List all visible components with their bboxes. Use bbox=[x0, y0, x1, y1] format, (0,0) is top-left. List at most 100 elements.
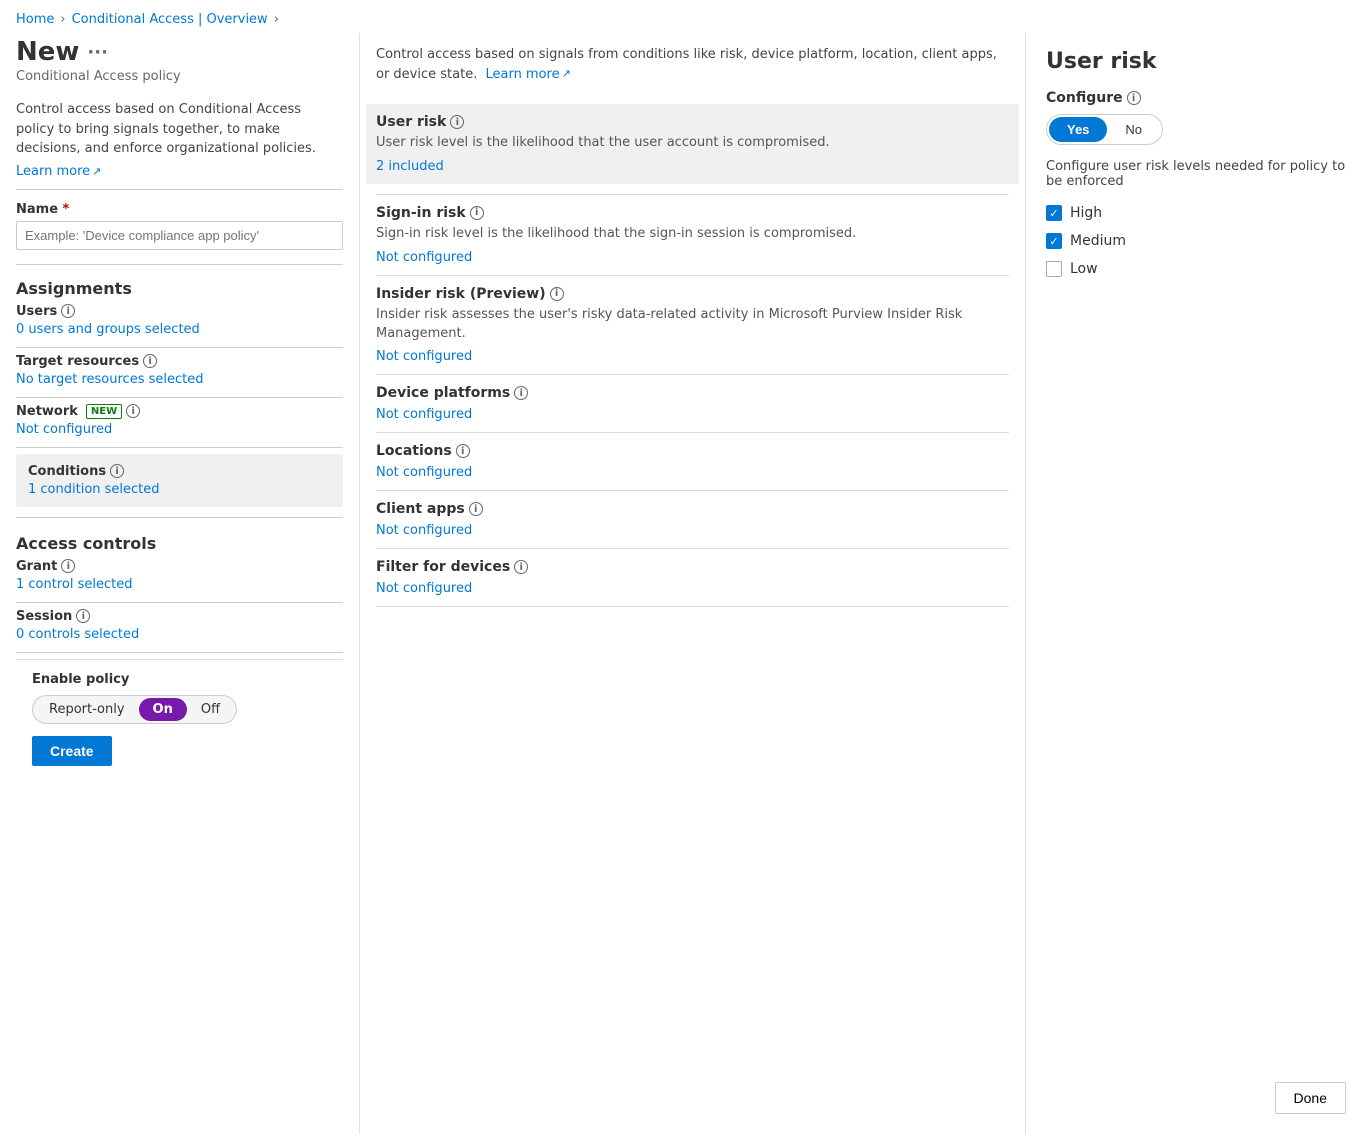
assignments-title: Assignments bbox=[16, 279, 343, 298]
condition-status-locations[interactable]: Not configured bbox=[376, 465, 1009, 480]
condition-info-icon-sign_in_risk[interactable]: i bbox=[470, 206, 484, 220]
network-section: Network NEW i Not configured bbox=[16, 404, 343, 437]
condition-info-icon-filter_devices[interactable]: i bbox=[514, 560, 528, 574]
risk-option-medium[interactable]: Medium bbox=[1046, 233, 1346, 249]
left-learn-more[interactable]: Learn more bbox=[16, 164, 101, 179]
condition-item-device_platforms[interactable]: Device platforms i Not configured bbox=[376, 375, 1009, 433]
page-title: New ··· bbox=[16, 37, 343, 67]
checkbox-label-high: High bbox=[1070, 205, 1102, 221]
conditions-info-icon[interactable]: i bbox=[110, 464, 124, 478]
condition-info-icon-device_platforms[interactable]: i bbox=[514, 386, 528, 400]
condition-item-user_risk[interactable]: User risk i User risk level is the likel… bbox=[376, 94, 1009, 195]
condition-status-client_apps[interactable]: Not configured bbox=[376, 523, 1009, 538]
access-controls-title: Access controls bbox=[16, 534, 343, 553]
condition-item-insider_risk[interactable]: Insider risk (Preview) i Insider risk as… bbox=[376, 276, 1009, 376]
breadcrumb-sep1: › bbox=[60, 12, 65, 27]
configure-info-icon[interactable]: i bbox=[1127, 91, 1141, 105]
toggle-off[interactable]: Off bbox=[187, 698, 234, 721]
session-label: Session bbox=[16, 609, 72, 624]
target-resources-label: Target resources bbox=[16, 354, 139, 369]
page-subtitle: Conditional Access policy bbox=[16, 69, 343, 84]
configure-description: Configure user risk levels needed for po… bbox=[1046, 159, 1346, 189]
enable-policy-bar: Enable policy Report-only On Off Create bbox=[16, 659, 343, 778]
enable-policy-toggle[interactable]: Report-only On Off bbox=[32, 695, 237, 724]
checkbox-high[interactable] bbox=[1046, 205, 1062, 221]
yes-no-toggle[interactable]: Yes No bbox=[1046, 114, 1163, 145]
conditions-value[interactable]: 1 condition selected bbox=[28, 482, 331, 497]
grant-section: Grant i 1 control selected bbox=[16, 559, 343, 592]
yes-button[interactable]: Yes bbox=[1049, 117, 1107, 142]
policy-name-input[interactable] bbox=[16, 221, 343, 250]
condition-header-device_platforms: Device platforms i bbox=[376, 385, 1009, 401]
risk-option-low[interactable]: Low bbox=[1046, 261, 1346, 277]
condition-info-icon-insider_risk[interactable]: i bbox=[550, 287, 564, 301]
toggle-report-only[interactable]: Report-only bbox=[35, 698, 139, 721]
breadcrumb-overview[interactable]: Conditional Access | Overview bbox=[72, 12, 268, 27]
session-value[interactable]: 0 controls selected bbox=[16, 627, 343, 642]
middle-learn-more[interactable]: Learn more bbox=[485, 65, 570, 85]
checkbox-label-low: Low bbox=[1070, 261, 1098, 277]
breadcrumb-home[interactable]: Home bbox=[16, 12, 54, 27]
condition-header-client_apps: Client apps i bbox=[376, 501, 1009, 517]
target-resources-value[interactable]: No target resources selected bbox=[16, 372, 343, 387]
grant-value[interactable]: 1 control selected bbox=[16, 577, 343, 592]
name-label: Name * bbox=[16, 202, 343, 217]
condition-header-sign_in_risk: Sign-in risk i bbox=[376, 205, 1009, 221]
session-section: Session i 0 controls selected bbox=[16, 609, 343, 642]
enable-policy-label: Enable policy bbox=[32, 672, 327, 687]
title-text: New bbox=[16, 37, 79, 67]
condition-item-filter_devices[interactable]: Filter for devices i Not configured bbox=[376, 549, 1009, 607]
condition-info-icon-locations[interactable]: i bbox=[456, 444, 470, 458]
condition-info-icon-client_apps[interactable]: i bbox=[469, 502, 483, 516]
create-button[interactable]: Create bbox=[32, 736, 112, 766]
checkbox-label-medium: Medium bbox=[1070, 233, 1126, 249]
condition-info-icon-user_risk[interactable]: i bbox=[450, 115, 464, 129]
configure-label: Configure i bbox=[1046, 90, 1346, 106]
users-section: Users i 0 users and groups selected bbox=[16, 304, 343, 337]
condition-header-filter_devices: Filter for devices i bbox=[376, 559, 1009, 575]
condition-status-device_platforms[interactable]: Not configured bbox=[376, 407, 1009, 422]
risk-option-high[interactable]: High bbox=[1046, 205, 1346, 221]
risk-options: High Medium Low bbox=[1046, 205, 1346, 277]
condition-status-user_risk: 2 included bbox=[376, 159, 1009, 174]
network-info-icon[interactable]: i bbox=[126, 404, 140, 418]
conditions-list: User risk i User risk level is the likel… bbox=[376, 94, 1009, 607]
conditions-label: Conditions bbox=[28, 464, 106, 479]
condition-status-sign_in_risk[interactable]: Not configured bbox=[376, 250, 1009, 265]
condition-desc-sign_in_risk: Sign-in risk level is the likelihood tha… bbox=[376, 225, 1009, 244]
breadcrumb-sep2: › bbox=[274, 12, 279, 27]
done-button[interactable]: Done bbox=[1275, 1082, 1346, 1114]
ellipsis-menu[interactable]: ··· bbox=[87, 42, 108, 63]
condition-item-sign_in_risk[interactable]: Sign-in risk i Sign-in risk level is the… bbox=[376, 195, 1009, 276]
condition-status-insider_risk[interactable]: Not configured bbox=[376, 349, 1009, 364]
network-value[interactable]: Not configured bbox=[16, 422, 343, 437]
checkbox-medium[interactable] bbox=[1046, 233, 1062, 249]
left-panel: New ··· Conditional Access policy Contro… bbox=[0, 33, 360, 1134]
no-button[interactable]: No bbox=[1107, 117, 1160, 142]
middle-panel: Control access based on signals from con… bbox=[360, 33, 1026, 1134]
session-info-icon[interactable]: i bbox=[76, 609, 90, 623]
condition-item-client_apps[interactable]: Client apps i Not configured bbox=[376, 491, 1009, 549]
target-resources-section: Target resources i No target resources s… bbox=[16, 354, 343, 387]
checkbox-low[interactable] bbox=[1046, 261, 1062, 277]
users-info-icon[interactable]: i bbox=[61, 304, 75, 318]
left-description: Control access based on Conditional Acce… bbox=[16, 100, 343, 159]
toggle-on[interactable]: On bbox=[139, 698, 187, 721]
grant-label: Grant bbox=[16, 559, 57, 574]
condition-status-filter_devices[interactable]: Not configured bbox=[376, 581, 1009, 596]
grant-info-icon[interactable]: i bbox=[61, 559, 75, 573]
condition-item-locations[interactable]: Locations i Not configured bbox=[376, 433, 1009, 491]
condition-desc-user_risk: User risk level is the likelihood that t… bbox=[376, 134, 1009, 153]
users-label: Users bbox=[16, 304, 57, 319]
network-new-badge: NEW bbox=[86, 404, 122, 419]
right-panel-title: User risk bbox=[1046, 49, 1346, 74]
middle-description: Control access based on signals from con… bbox=[376, 33, 1009, 94]
right-panel: User risk Configure i Yes No Configure u… bbox=[1026, 33, 1366, 1134]
network-label: Network bbox=[16, 404, 78, 419]
condition-header-locations: Locations i bbox=[376, 443, 1009, 459]
conditions-section[interactable]: Conditions i 1 condition selected bbox=[16, 454, 343, 507]
condition-desc-insider_risk: Insider risk assesses the user's risky d… bbox=[376, 306, 1009, 344]
target-resources-info-icon[interactable]: i bbox=[143, 354, 157, 368]
breadcrumb: Home › Conditional Access | Overview › bbox=[0, 0, 1366, 33]
users-value[interactable]: 0 users and groups selected bbox=[16, 322, 343, 337]
